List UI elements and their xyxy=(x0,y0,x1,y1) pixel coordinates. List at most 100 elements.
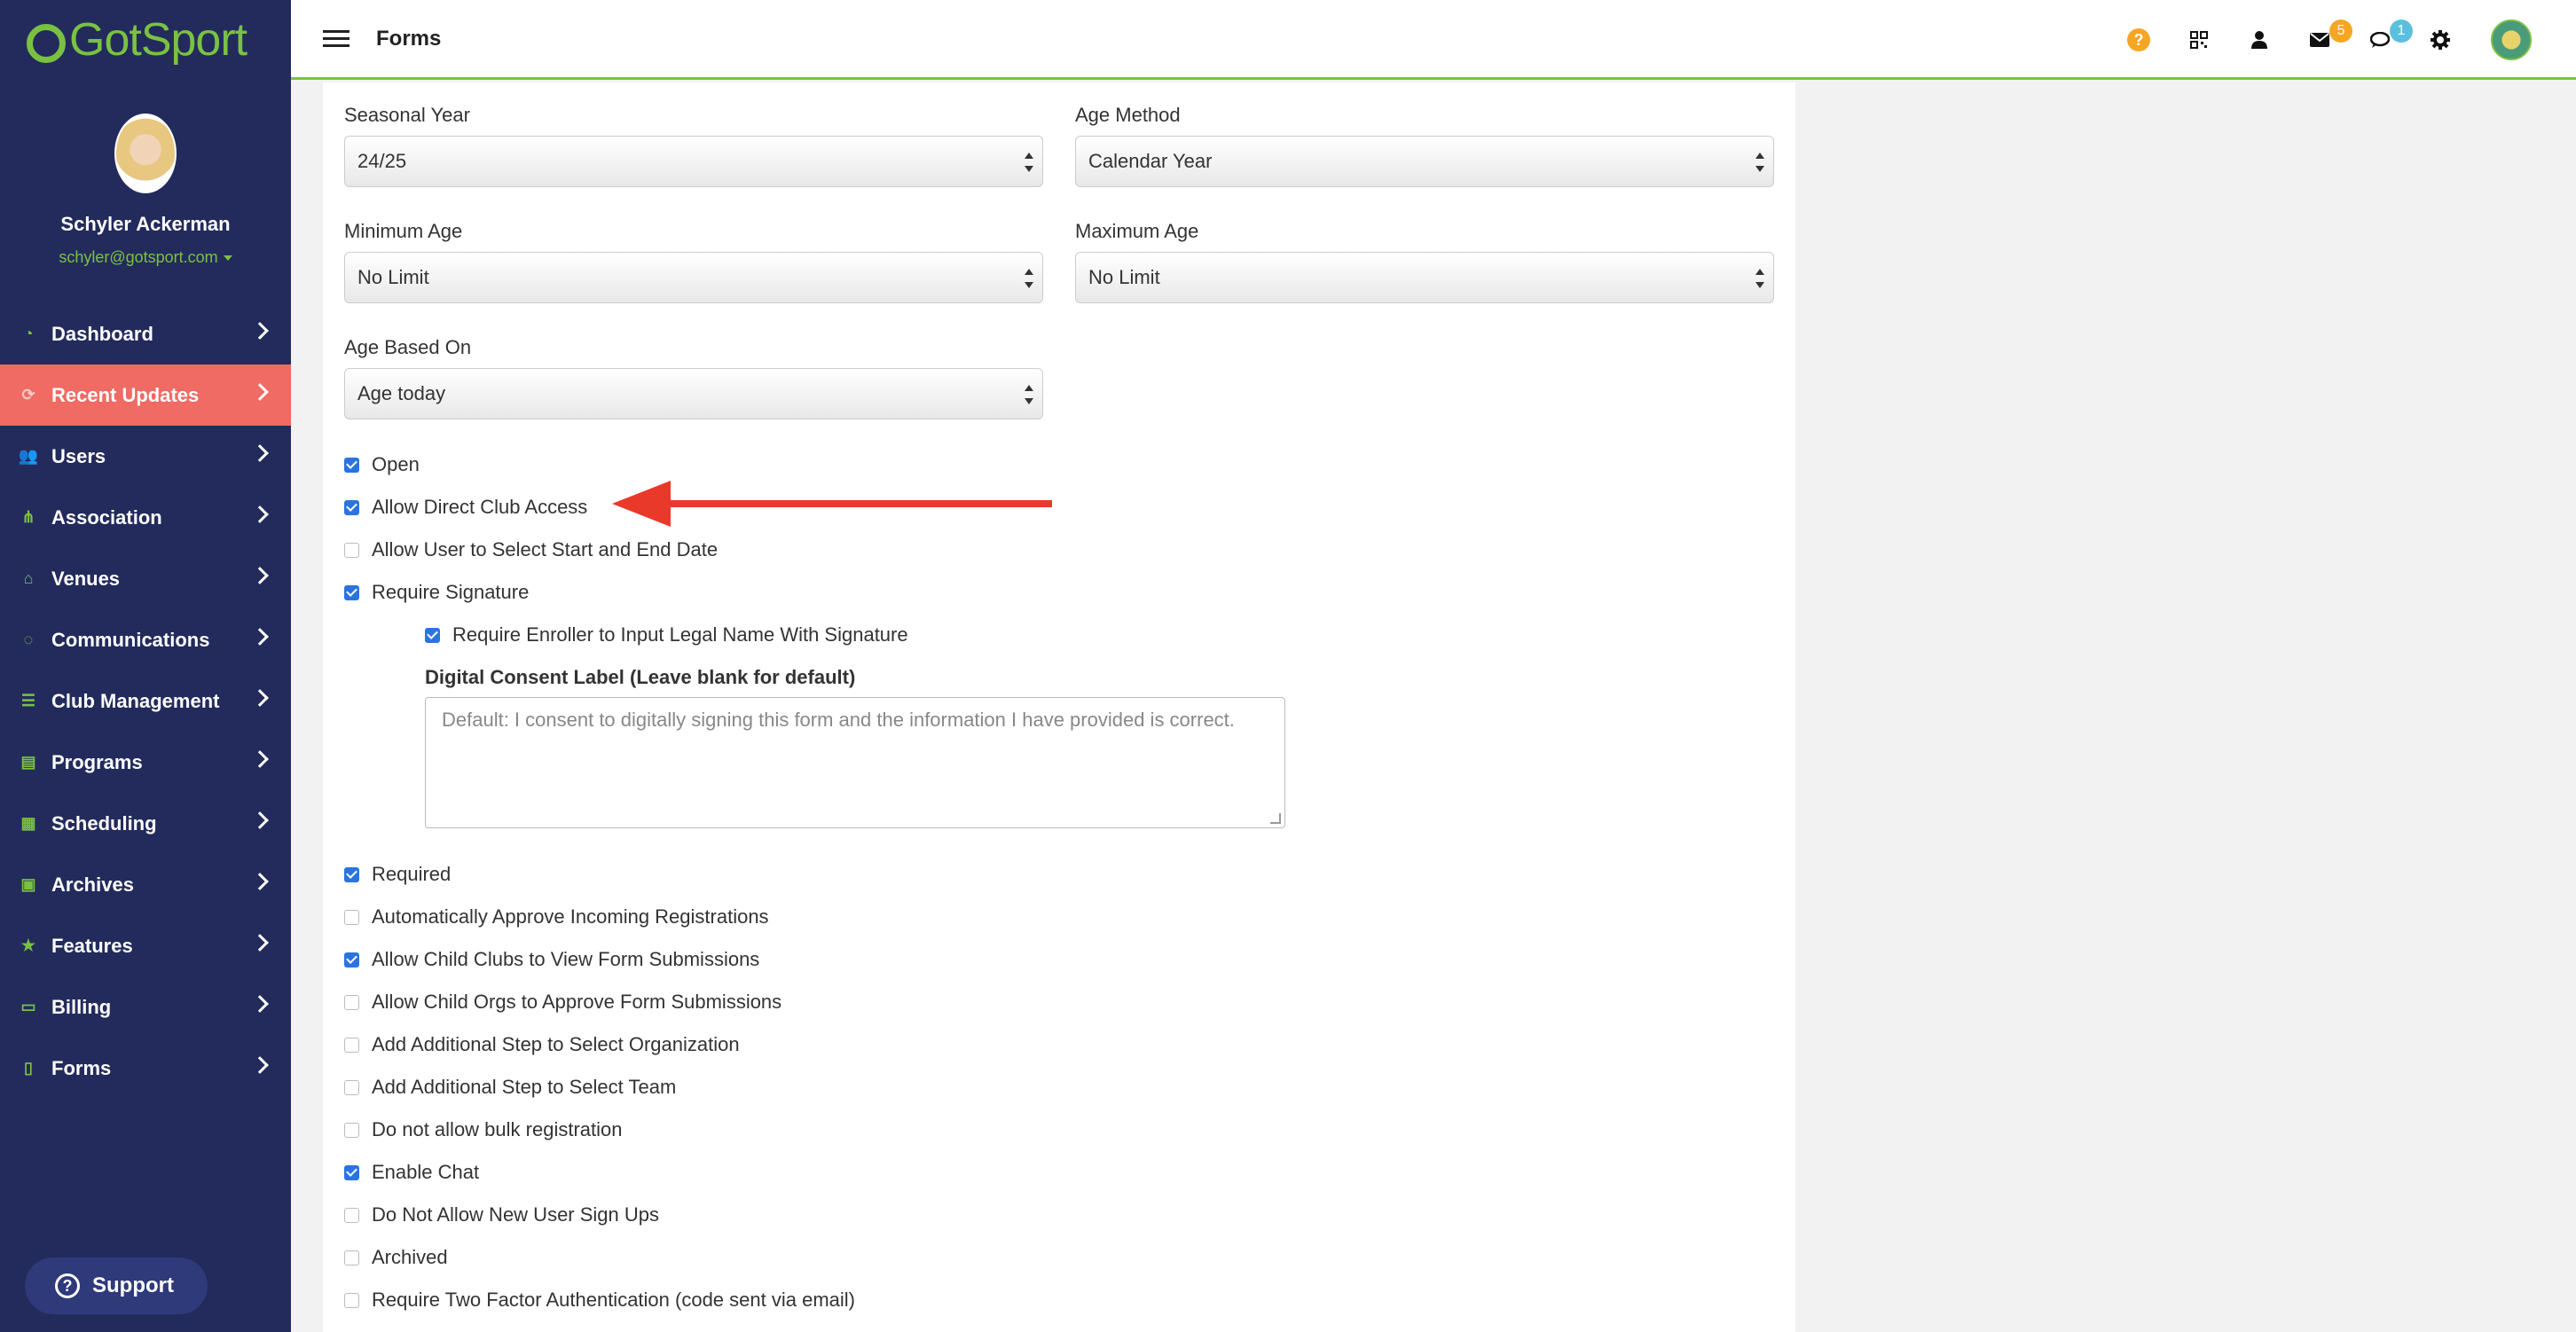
chevron-right-icon xyxy=(251,934,269,952)
seasonal-year-select[interactable]: 24/25 xyxy=(344,136,1043,187)
sidebar-item-programs[interactable]: ▤ Programs xyxy=(0,732,291,793)
require-two-factor-authentication-code-sent-via-email-option[interactable]: Require Two Factor Authentication (code … xyxy=(344,1289,855,1312)
allow-child-orgs-to-approve-form-submissions-checkbox[interactable] xyxy=(344,994,359,1010)
select-arrows-icon xyxy=(1025,385,1033,404)
profile-button[interactable] xyxy=(2246,27,2273,53)
gotsport-logo[interactable]: GotSport xyxy=(0,0,291,80)
caret-down-icon xyxy=(223,255,232,262)
add-additional-step-to-select-team-option[interactable]: Add Additional Step to Select Team xyxy=(344,1076,676,1099)
allow-direct-club-access-option[interactable]: Allow Direct Club Access xyxy=(344,496,587,519)
automatically-approve-incoming-registrations-option[interactable]: Automatically Approve Incoming Registrat… xyxy=(344,905,769,928)
allow-user-to-select-start-and-end-date-option[interactable]: Allow User to Select Start and End Date xyxy=(344,538,718,561)
logo-mark-icon xyxy=(27,24,66,63)
automatically-approve-incoming-registrations-label: Automatically Approve Incoming Registrat… xyxy=(372,905,769,928)
do-not-allow-bulk-registration-option[interactable]: Do not allow bulk registration xyxy=(344,1118,622,1141)
archived-option[interactable]: Archived xyxy=(344,1246,448,1269)
automatically-approve-incoming-registrations-checkbox[interactable] xyxy=(344,909,359,925)
profile-avatar xyxy=(114,114,177,193)
enable-chat-label: Enable Chat xyxy=(372,1161,480,1183)
sidebar-item-dashboard[interactable]: ◔ Dashboard xyxy=(0,303,291,364)
help-button[interactable]: ? xyxy=(2125,27,2152,53)
sidebar-item-recent-updates[interactable]: ⟳ Recent Updates xyxy=(0,364,291,426)
archived-checkbox[interactable] xyxy=(344,1250,359,1265)
chat-button[interactable]: 1 xyxy=(2367,20,2413,53)
seasonal-year-value: 24/25 xyxy=(357,150,407,172)
allow-child-orgs-to-approve-form-submissions-option[interactable]: Allow Child Orgs to Approve Form Submiss… xyxy=(344,991,781,1014)
digital-consent-textarea[interactable]: Default: I consent to digitally signing … xyxy=(425,697,1285,828)
age-based-on-select[interactable]: Age today xyxy=(344,368,1043,419)
do-not-allow-bulk-registration-checkbox[interactable] xyxy=(344,1122,359,1138)
require-signature-checkbox[interactable] xyxy=(344,584,359,600)
help-icon: ? xyxy=(2127,28,2150,51)
digital-consent-label: Digital Consent Label (Leave blank for d… xyxy=(425,666,856,688)
sidebar-item-label: Venues xyxy=(51,567,121,590)
require-two-factor-authentication-code-sent-via-email-checkbox[interactable] xyxy=(344,1292,359,1308)
required-label: Required xyxy=(372,863,452,885)
add-additional-step-to-select-organization-checkbox[interactable] xyxy=(344,1037,359,1053)
add-additional-step-to-select-organization-label: Add Additional Step to Select Organizati… xyxy=(372,1033,740,1055)
enable-chat-option[interactable]: Enable Chat xyxy=(344,1161,479,1184)
allow-user-to-select-start-and-end-date-checkbox[interactable] xyxy=(344,542,359,558)
allow-child-clubs-to-view-form-submissions-option[interactable]: Allow Child Clubs to View Form Submissio… xyxy=(344,948,759,971)
required-checkbox[interactable] xyxy=(344,866,359,882)
allow-user-to-select-start-and-end-date-label: Allow User to Select Start and End Date xyxy=(372,538,719,560)
sidebar-item-label: Association xyxy=(51,505,162,529)
allow-child-clubs-to-view-form-submissions-checkbox[interactable] xyxy=(344,952,359,968)
require-legal-name-checkbox[interactable] xyxy=(425,627,440,643)
sidebar-item-scheduling[interactable]: ▦ Scheduling xyxy=(0,793,291,854)
sidebar-item-archives[interactable]: ▣ Archives xyxy=(0,854,291,915)
sidebar-item-label: Billing xyxy=(51,995,112,1018)
gear-icon xyxy=(2431,30,2450,50)
profile-email-dropdown[interactable]: schyler@gotsport.com xyxy=(0,248,291,267)
required-option[interactable]: Required xyxy=(344,863,451,886)
minimum-age-select[interactable]: No Limit xyxy=(344,252,1043,303)
sidebar-nav: ◔ Dashboard ⟳ Recent Updates 👥 Users ⋔ Associat… xyxy=(0,303,291,1099)
chevron-right-icon xyxy=(251,383,269,401)
organization-avatar[interactable] xyxy=(2491,20,2532,60)
do-not-allow-new-user-sign-ups-checkbox[interactable] xyxy=(344,1207,359,1223)
age-based-on-label: Age Based On xyxy=(344,336,472,358)
age-method-select[interactable]: Calendar Year xyxy=(1075,136,1774,187)
chat-bubble-icon xyxy=(2370,32,2390,48)
select-arrows-icon xyxy=(1025,269,1033,288)
archived-label: Archived xyxy=(372,1246,448,1268)
chevron-right-icon xyxy=(251,995,269,1013)
resize-handle-icon[interactable] xyxy=(1270,813,1281,824)
envelope-icon xyxy=(2310,33,2329,47)
sidebar-item-billing[interactable]: ▭ Billing xyxy=(0,976,291,1038)
enable-chat-checkbox[interactable] xyxy=(344,1164,359,1180)
add-additional-step-to-select-team-checkbox[interactable] xyxy=(344,1079,359,1095)
minimum-age-label: Minimum Age xyxy=(344,220,463,242)
maximum-age-select[interactable]: No Limit xyxy=(1075,252,1774,303)
sidebar-item-communications[interactable]: ◌ Communications xyxy=(0,609,291,670)
sidebar-item-forms[interactable]: ▯ Forms xyxy=(0,1038,291,1099)
qr-code-button[interactable] xyxy=(2186,27,2212,53)
do-not-allow-new-user-sign-ups-option[interactable]: Do Not Allow New User Sign Ups xyxy=(344,1203,659,1226)
age-based-on-value: Age today xyxy=(357,382,446,404)
settings-button[interactable] xyxy=(2427,27,2454,53)
profile-email: schyler@gotsport.com xyxy=(59,248,218,266)
support-button[interactable]: ? Support xyxy=(25,1258,208,1314)
header-icons: ? 5 1 xyxy=(2092,0,2532,80)
user-icon xyxy=(2251,31,2267,49)
sidebar-item-venues[interactable]: ⌂ Venues xyxy=(0,548,291,609)
hamburger-menu-icon[interactable] xyxy=(323,26,349,51)
maximum-age-value: No Limit xyxy=(1088,266,1160,288)
sidebar-item-users[interactable]: 👥 Users xyxy=(0,426,291,487)
sidebar-item-features[interactable]: ★ Features xyxy=(0,915,291,976)
digital-consent-placeholder: Default: I consent to digitally signing … xyxy=(442,709,1235,731)
allow-direct-club-access-checkbox[interactable] xyxy=(344,499,359,515)
messages-button[interactable]: 5 xyxy=(2306,20,2352,53)
sidebar-item-association[interactable]: ⋔ Association xyxy=(0,487,291,548)
chat-icon: ◌ xyxy=(23,631,34,648)
sidebar-item-label: Club Management xyxy=(51,689,220,712)
open-checkbox[interactable] xyxy=(344,457,359,473)
sidebar-item-label: Forms xyxy=(51,1056,112,1079)
refresh-icon: ⟳ xyxy=(21,386,35,404)
sidebar-item-club-management[interactable]: ☰ Club Management xyxy=(0,670,291,732)
require-signature-option[interactable]: Require Signature xyxy=(344,581,529,604)
require-legal-name-option[interactable]: Require Enroller to Input Legal Name Wit… xyxy=(425,623,908,646)
open-option[interactable]: Open xyxy=(344,453,420,476)
add-additional-step-to-select-organization-option[interactable]: Add Additional Step to Select Organizati… xyxy=(344,1033,740,1056)
sidebar-item-label: Programs xyxy=(51,750,143,773)
